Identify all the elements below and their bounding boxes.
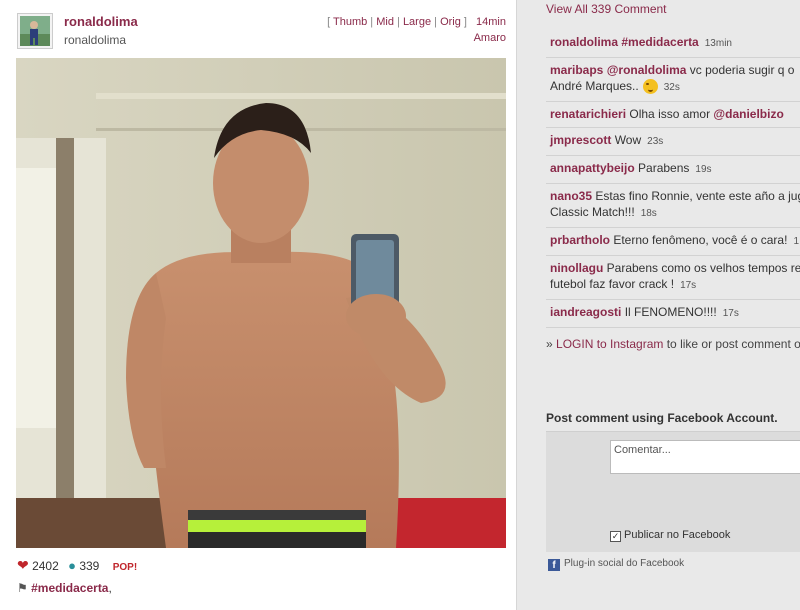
size-orig-link[interactable]: Orig	[440, 16, 461, 28]
facebook-comment-box: Post comment using Facebook Account. Com…	[546, 405, 800, 580]
likes-count: 2402	[32, 559, 59, 573]
post-time: 14min	[476, 16, 506, 28]
facebook-icon: f	[548, 559, 560, 571]
comment-text: Estas fino Ronnie, vente este año a jug	[592, 189, 800, 203]
comment-username[interactable]: jmprescott	[550, 133, 611, 147]
comment-mention[interactable]: @ronaldolima	[607, 63, 687, 77]
comment-time: 32s	[663, 82, 680, 93]
size-thumb-link[interactable]: Thumb	[333, 16, 367, 28]
size-mid-link[interactable]: Mid	[376, 16, 394, 28]
comment-username[interactable]: prbartholo	[550, 233, 610, 247]
comment-text-continued: André Marques..	[550, 79, 639, 93]
filter-name: Amaro	[473, 32, 506, 44]
comment-text: Il FENOMENO!!!!	[621, 305, 717, 319]
comment-time: 13min	[704, 38, 732, 49]
comment-time: 17s	[722, 308, 739, 319]
comment-mention[interactable]: #medidacerta	[621, 35, 698, 49]
post-fullname: ronaldolima	[64, 33, 127, 47]
avatar[interactable]	[17, 13, 53, 49]
comment-row: ronaldolima #medidacerta 13min	[546, 30, 800, 58]
view-all-comments-link[interactable]: View All 339 Comment	[546, 2, 667, 16]
fb-plugin-label: Plug-in social do Facebook	[564, 558, 685, 569]
tag-link[interactable]: #medidacerta	[31, 581, 108, 595]
fb-comment-title: Post comment using Facebook Account.	[546, 411, 778, 425]
login-suffix: to like or post comment o	[663, 337, 800, 351]
fb-publish-label: Publicar no Facebook	[624, 529, 731, 541]
comment-username[interactable]: renatarichieri	[550, 107, 626, 121]
instagram-login-link[interactable]: LOGIN to Instagram	[556, 337, 663, 351]
fb-plugin-credit[interactable]: f Plug-in social do Facebook	[548, 558, 684, 571]
post-photo[interactable]	[16, 58, 506, 548]
comment-username[interactable]: ninollagu	[550, 261, 603, 275]
comment-row: renatarichieri Olha isso amor @danielbiz…	[546, 102, 800, 128]
comment-username[interactable]: iandreagosti	[550, 305, 621, 319]
comment-text-continued: Classic Match!!!	[550, 205, 635, 219]
login-prefix: »	[546, 337, 557, 351]
comment-time: 1	[793, 236, 800, 247]
comments-count: 339	[79, 559, 100, 573]
wink-emoji-icon	[642, 79, 658, 95]
comment-text: Eterno fenômeno, você é o cara!	[610, 233, 788, 247]
comment-row: nano35 Estas fino Ronnie, vente este año…	[546, 184, 800, 228]
post-tags: ⚑ #medidacerta,	[17, 581, 112, 595]
tag-icon: ⚑	[17, 581, 28, 595]
heart-icon[interactable]: ❤	[17, 557, 29, 573]
comment-text-continued: futebol faz favor crack !	[550, 277, 675, 291]
comment-row: annapattybeijo Parabens 19s	[546, 156, 800, 184]
post-username[interactable]: ronaldolima	[64, 14, 138, 29]
fb-publish-option[interactable]: ✓ Publicar no Facebook	[610, 529, 730, 542]
comment-row: maribaps @ronaldolima vc poderia sugir q…	[546, 58, 800, 102]
comment-row: iandreagosti Il FENOMENO!!!! 17s	[546, 300, 800, 328]
fb-comment-panel: Comentar... ✓ Publicar no Facebook	[546, 431, 800, 552]
comment-row: ninollagu Parabens como os velhos tempos…	[546, 256, 800, 300]
comment-text: vc poderia sugir q o	[686, 63, 795, 77]
comment-time: 23s	[647, 136, 664, 147]
size-links: [ Thumb | Mid | Large | Orig ] 14min	[327, 16, 506, 28]
comment-bubble-icon[interactable]: ●	[68, 558, 76, 573]
size-large-link[interactable]: Large	[403, 16, 431, 28]
comment-username[interactable]: nano35	[550, 189, 592, 203]
checkbox-checked-icon[interactable]: ✓	[610, 531, 621, 542]
comment-username[interactable]: ronaldolima	[550, 35, 618, 49]
login-prompt: » LOGIN to Instagram to like or post com…	[546, 337, 800, 351]
comment-time: 18s	[640, 208, 657, 219]
tag-separator: ,	[108, 581, 112, 595]
comment-text: Parabens	[634, 161, 690, 175]
comment-text: Wow	[611, 133, 642, 147]
comment-time: 19s	[695, 164, 712, 175]
avatar-image	[20, 16, 50, 46]
comment-time: 17s	[680, 280, 697, 291]
post-stats: ❤ 2402 ● 339 POP!	[17, 557, 137, 574]
comment-text: Parabens como os velhos tempos re	[603, 261, 800, 275]
comment-list: ronaldolima #medidacerta 13min maribaps @r…	[546, 30, 800, 328]
comment-username[interactable]: maribaps	[550, 63, 603, 77]
comment-text: Olha isso amor	[626, 107, 714, 121]
post-card: ronaldolima ronaldolima [ Thumb | Mid | …	[0, 0, 517, 610]
pop-link[interactable]: POP!	[113, 562, 137, 573]
fb-comment-input[interactable]: Comentar...	[610, 440, 800, 474]
comment-username[interactable]: annapattybeijo	[550, 161, 635, 175]
comment-row: jmprescott Wow 23s	[546, 128, 800, 156]
comment-mention[interactable]: @danielbizo	[713, 107, 783, 121]
comment-row: prbartholo Eterno fenômeno, você é o car…	[546, 228, 800, 256]
